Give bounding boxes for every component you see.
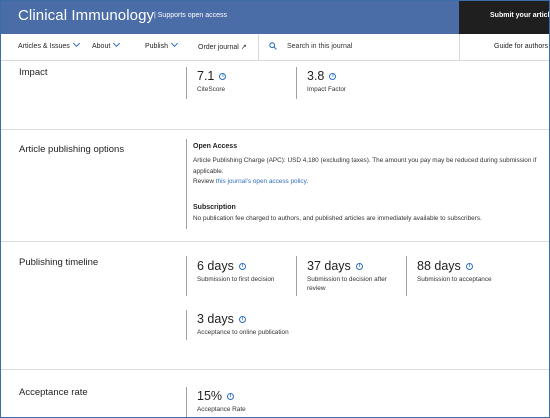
acceptance-time-value: 88 days i (417, 259, 473, 273)
info-icon[interactable]: i (465, 263, 473, 270)
nav-publish[interactable]: Publish (145, 39, 179, 50)
decision-after-review-label: Submission to decision after review (307, 276, 387, 292)
info-icon[interactable]: i (238, 263, 246, 270)
chevron-down-icon (72, 39, 80, 48)
section-divider (1, 241, 549, 242)
metric-divider (406, 256, 407, 296)
metric-divider (186, 310, 187, 340)
review-prefix: Review (193, 178, 216, 185)
nav-order-journal[interactable]: Order journal ↗ (198, 43, 247, 51)
journal-nav: Articles & Issues About Publish Order jo… (1, 34, 549, 61)
chevron-down-icon (113, 39, 121, 48)
info-icon[interactable]: i (227, 393, 235, 400)
info-icon[interactable]: i (238, 316, 246, 323)
page-frame: Clinical Immunology | Supports open acce… (0, 0, 550, 418)
nav-publish-label: Publish (145, 43, 168, 50)
review-policy-text: Review this journal's open access policy… (193, 177, 548, 188)
impact-factor-label: Impact Factor (307, 86, 347, 93)
publishing-options-title: Article publishing options (19, 144, 125, 155)
external-link-icon: ↗ (240, 44, 247, 51)
nav-about[interactable]: About (92, 39, 121, 50)
decision-after-review-value-text: 37 days (307, 259, 351, 273)
acceptance-time-label: Submission to acceptance (417, 276, 492, 283)
acceptance-rate-value-text: 15% (197, 389, 223, 403)
acceptance-rate-value: 15% i (197, 389, 235, 403)
journal-title[interactable]: Clinical Immunology (18, 7, 154, 24)
open-access-badge-label: Supports open access (157, 12, 228, 19)
first-decision-value: 6 days i (197, 259, 246, 273)
acceptance-rate-label: Acceptance Rate (197, 406, 246, 413)
info-icon[interactable]: i (219, 73, 227, 80)
apc-text: Article Publishing Charge (APC): USD 4,1… (193, 157, 537, 175)
impact-section-title: Impact (19, 67, 48, 78)
first-decision-value-text: 6 days (197, 259, 234, 273)
citescore-value-text: 7.1 (197, 69, 215, 83)
subscription-text: No publication fee charged to authors, a… (193, 215, 482, 222)
first-decision-label: Submission to first decision (197, 276, 275, 283)
metric-divider (296, 67, 297, 99)
nav-about-label: About (92, 43, 111, 50)
open-access-heading: Open Access (193, 143, 238, 150)
acceptance-time-value-text: 88 days (417, 259, 461, 273)
search-icon[interactable] (269, 42, 277, 50)
nav-articles-issues[interactable]: Articles & Issues (18, 39, 80, 50)
nav-divider (258, 34, 259, 61)
nav-divider (459, 34, 460, 61)
online-publication-value: 3 days i (197, 312, 246, 326)
metric-divider (186, 387, 187, 417)
open-access-badge: | Supports open access (154, 12, 228, 19)
submit-article-button[interactable]: Submit your article (459, 1, 549, 34)
publishing-timeline-title: Publishing timeline (19, 257, 99, 268)
subscription-heading: Subscription (193, 204, 236, 211)
info-icon[interactable]: i (355, 263, 363, 270)
metric-divider (296, 256, 297, 296)
review-suffix: . (306, 178, 309, 185)
online-publication-label: Acceptance to online publication (197, 329, 289, 336)
metric-divider (186, 256, 187, 296)
section-divider (1, 129, 549, 130)
options-divider (186, 139, 187, 229)
section-divider (1, 369, 549, 370)
online-publication-value-text: 3 days (197, 312, 234, 326)
impact-factor-value: 3.8 i (307, 69, 337, 83)
info-icon[interactable]: i (329, 73, 337, 80)
acceptance-rate-title: Acceptance rate (19, 387, 88, 398)
nav-articles-issues-label: Articles & Issues (18, 43, 70, 50)
journal-header: Clinical Immunology | Supports open acce… (1, 1, 549, 34)
open-access-policy-link[interactable]: this journal's open access policy (216, 178, 307, 185)
nav-order-journal-label: Order journal (198, 44, 239, 51)
citescore-label: CiteScore (197, 86, 226, 93)
impact-factor-value-text: 3.8 (307, 69, 325, 83)
search-input[interactable]: Search in this journal (287, 43, 352, 50)
metric-divider (186, 67, 187, 99)
decision-after-review-value: 37 days i (307, 259, 363, 273)
chevron-down-icon (170, 39, 179, 48)
citescore-value: 7.1 i (197, 69, 227, 83)
guide-for-authors-link[interactable]: Guide for authors (494, 43, 548, 50)
